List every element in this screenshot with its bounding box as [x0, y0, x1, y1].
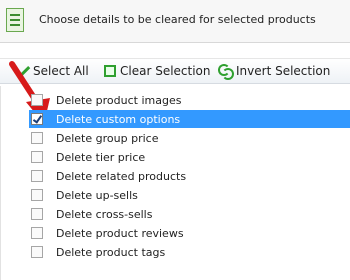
list-item[interactable]: Delete tier price	[31, 148, 145, 166]
header-title: Choose details to be cleared for selecte…	[39, 13, 316, 26]
item-checkbox[interactable]	[31, 94, 43, 106]
item-label: Delete cross-sells	[56, 207, 153, 221]
dialog-header: Choose details to be cleared for selecte…	[0, 0, 350, 43]
list-item[interactable]: Delete cross-sells	[31, 205, 152, 223]
list-item[interactable]: Delete product reviews	[31, 224, 184, 242]
item-checkbox[interactable]	[31, 113, 43, 125]
list-item[interactable]: Delete product images	[31, 91, 181, 109]
item-checkbox[interactable]	[31, 170, 43, 182]
item-label: Delete related products	[56, 169, 187, 183]
clear-selection-label: Clear Selection	[120, 64, 211, 78]
checkmark-icon	[14, 61, 31, 77]
item-label: Delete up-sells	[56, 188, 138, 202]
item-checkbox[interactable]	[31, 132, 43, 144]
item-checkbox[interactable]	[31, 189, 43, 201]
invert-icon	[218, 64, 234, 80]
item-label: Delete tier price	[56, 150, 146, 164]
document-list-icon	[6, 8, 24, 32]
item-label: Delete product images	[56, 93, 182, 107]
clear-selection-button[interactable]: Clear Selection	[104, 62, 211, 80]
item-checkbox[interactable]	[31, 208, 43, 220]
list-item[interactable]: Delete related products	[31, 167, 186, 185]
item-checkbox[interactable]	[31, 227, 43, 239]
list-item[interactable]: Delete custom options	[29, 110, 350, 128]
select-all-button[interactable]: Select All	[14, 61, 89, 80]
toolbar: Select All Clear Selection Invert Select…	[0, 58, 350, 84]
invert-selection-label: Invert Selection	[236, 64, 331, 78]
item-label: Delete custom options	[56, 112, 181, 126]
options-list: Delete product images Delete custom optio…	[0, 86, 350, 280]
list-item[interactable]: Delete product tags	[31, 243, 165, 261]
item-label: Delete group price	[56, 131, 159, 145]
item-checkbox[interactable]	[31, 246, 43, 258]
item-label: Delete product reviews	[56, 226, 184, 240]
clear-box-icon	[104, 65, 116, 77]
select-all-label: Select All	[33, 64, 89, 78]
list-item[interactable]: Delete up-sells	[31, 186, 138, 204]
invert-selection-button[interactable]: Invert Selection	[218, 62, 330, 80]
list-item[interactable]: Delete group price	[31, 129, 158, 147]
item-checkbox[interactable]	[31, 151, 43, 163]
item-label: Delete product tags	[56, 245, 166, 259]
